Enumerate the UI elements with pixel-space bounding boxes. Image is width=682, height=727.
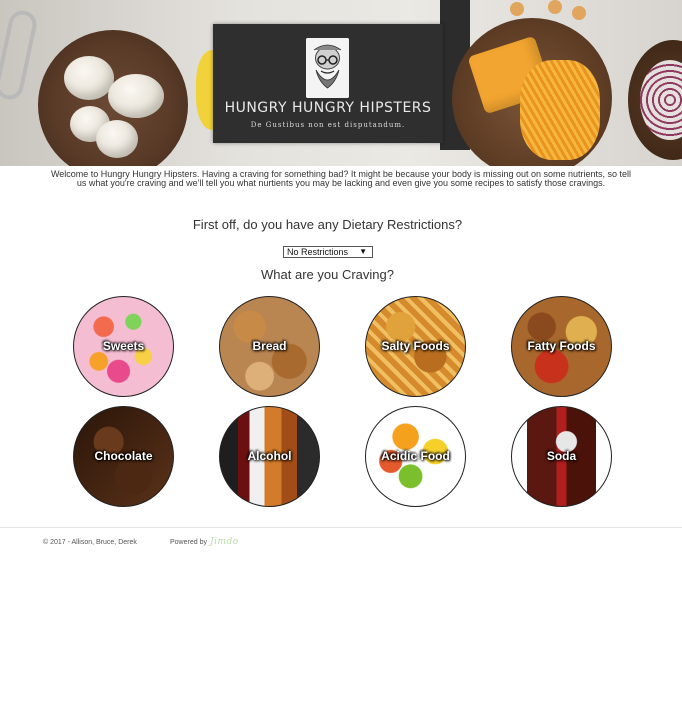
craving-label: Acidic Food [381, 449, 450, 463]
site-tagline: De Gustibus non est disputandum. [250, 121, 406, 129]
mushroom-image [64, 56, 114, 100]
jimdo-logo-link[interactable]: Jimdo [210, 537, 239, 547]
dietary-selected-value: No Restrictions [287, 247, 349, 257]
dietary-restrictions-select[interactable]: No Restrictions ▼ [283, 246, 373, 258]
craving-acidic-food-button[interactable]: Acidic Food [365, 406, 466, 507]
craving-bread-button[interactable]: Bread [219, 296, 320, 397]
craving-sweets-button[interactable]: Sweets [73, 296, 174, 397]
hipster-logo-icon [306, 38, 349, 98]
shredded-cheese-image [520, 60, 600, 160]
header-banner: HUNGRY HUNGRY HIPSTERS De Gustibus non e… [0, 0, 682, 166]
craving-question: What are you Craving? [261, 267, 394, 282]
chevron-down-icon: ▼ [359, 247, 367, 256]
craving-salty-foods-button[interactable]: Salty Foods [365, 296, 466, 397]
footer-divider [0, 527, 682, 528]
craving-fatty-foods-button[interactable]: Fatty Foods [511, 296, 612, 397]
craving-chocolate-button[interactable]: Chocolate [73, 406, 174, 507]
craving-label: Chocolate [94, 449, 153, 463]
craving-label: Salty Foods [381, 339, 450, 353]
chickpea-image [510, 2, 524, 16]
craving-label: Fatty Foods [527, 339, 596, 353]
craving-label: Sweets [102, 339, 145, 353]
spoon-image [0, 8, 40, 102]
site-logo[interactable]: HUNGRY HUNGRY HIPSTERS De Gustibus non e… [213, 24, 443, 143]
powered-by-text: Powered by [170, 539, 207, 546]
mushroom-image [108, 74, 164, 118]
chickpea-image [572, 6, 586, 20]
intro-text: Welcome to Hungry Hungry Hipsters. Havin… [50, 169, 632, 188]
site-title: HUNGRY HUNGRY HIPSTERS [224, 100, 432, 116]
dietary-question: First off, do you have any Dietary Restr… [192, 217, 463, 232]
craving-label: Bread [252, 339, 287, 353]
mushroom-image [96, 120, 138, 158]
craving-label: Alcohol [247, 449, 292, 463]
craving-alcohol-button[interactable]: Alcohol [219, 406, 320, 507]
craving-label: Soda [546, 449, 577, 463]
chickpea-image [548, 0, 562, 14]
copyright-text: © 2017 - Allison, Bruce, Derek [43, 539, 137, 546]
craving-soda-button[interactable]: Soda [511, 406, 612, 507]
